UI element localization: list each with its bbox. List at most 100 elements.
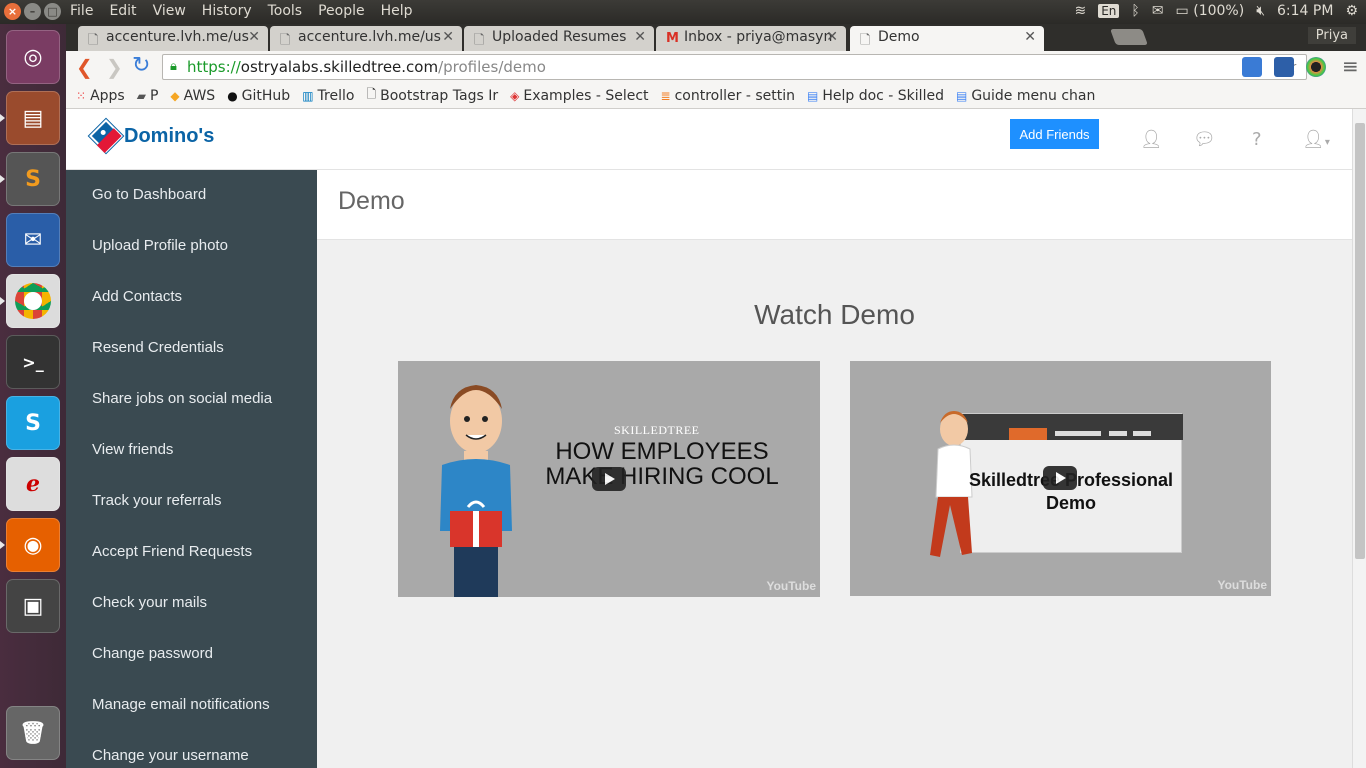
- running-indicator: [0, 297, 5, 305]
- sidebar-item-accept-requests[interactable]: Accept Friend Requests: [92, 543, 252, 560]
- sidebar-item-share-jobs[interactable]: Share jobs on social media: [92, 390, 272, 407]
- puzzle-extension-icon[interactable]: [1274, 57, 1294, 77]
- safe-app-icon[interactable]: ▣: [6, 579, 60, 633]
- add-friends-button[interactable]: Add Friends: [1010, 119, 1099, 149]
- bookmark-controller-settings[interactable]: ≣ controller - settin: [661, 88, 795, 104]
- menu-view[interactable]: View: [153, 3, 186, 19]
- tab-close-icon[interactable]: ✕: [442, 29, 454, 45]
- firefox-icon[interactable]: ◉: [6, 518, 60, 572]
- page-scrollbar[interactable]: [1352, 109, 1366, 768]
- tab-close-icon[interactable]: ✕: [826, 29, 838, 45]
- volume-icon[interactable]: 🔇︎: [1256, 3, 1265, 19]
- video-employees-hiring[interactable]: SKILLEDTREE HOW EMPLOYEES MAKE HIRING CO…: [398, 361, 820, 597]
- tab-close-icon[interactable]: ✕: [1024, 29, 1036, 45]
- tab-title: Inbox - priya@masyn: [684, 29, 833, 45]
- bookmark-apps[interactable]: ⁙ Apps: [76, 88, 125, 104]
- browser-profile-button[interactable]: Priya: [1307, 27, 1356, 44]
- wifi-icon[interactable]: ≋: [1074, 3, 1086, 19]
- files-app-icon[interactable]: ▤: [6, 91, 60, 145]
- bookmark-label: Guide menu chan: [971, 87, 1096, 104]
- trash-icon[interactable]: 🗑︎: [6, 706, 60, 760]
- bookmark-bootstrap-tags[interactable]: 🗋︎ Bootstrap Tags Ir: [366, 85, 498, 106]
- color-extension-icon[interactable]: [1306, 57, 1326, 77]
- tab-inbox[interactable]: M Inbox - priya@masyn ✕: [656, 26, 846, 51]
- play-button[interactable]: [1043, 466, 1077, 490]
- sidebar-item-check-mails[interactable]: Check your mails: [92, 594, 207, 611]
- tab-accenture-2[interactable]: 🗋︎ accenture.lvh.me/us ✕: [270, 26, 462, 51]
- bookmark-label: Examples - Select: [523, 87, 649, 104]
- trello-icon: ▥: [302, 88, 314, 103]
- doc-icon: ▤: [955, 88, 968, 103]
- bookmark-github[interactable]: ● GitHub: [227, 88, 290, 104]
- battery-icon: ▭: [1175, 3, 1189, 19]
- sublime-text-icon[interactable]: S: [6, 152, 60, 206]
- chrome-icon[interactable]: [6, 274, 60, 328]
- sidebar-item-email-notifications[interactable]: Manage email notifications: [92, 696, 270, 713]
- sidebar-item-change-username[interactable]: Change your username: [92, 747, 249, 764]
- forward-icon[interactable]: ❯: [106, 55, 123, 79]
- menu-people[interactable]: People: [318, 3, 365, 19]
- menu-help[interactable]: Help: [381, 3, 413, 19]
- battery-indicator[interactable]: ▭ (100%): [1176, 3, 1245, 19]
- new-tab-button[interactable]: [1110, 29, 1148, 45]
- bookmark-folder-p[interactable]: ▰ P: [137, 88, 159, 104]
- tab-demo[interactable]: 🗋︎ Demo ✕: [850, 26, 1044, 51]
- running-indicator: [0, 175, 5, 183]
- tab-title: Uploaded Resumes: [492, 29, 627, 45]
- tab-uploaded-resumes[interactable]: 🗋︎ Uploaded Resumes ✕: [464, 26, 654, 51]
- play-button[interactable]: [592, 467, 626, 491]
- bookmark-help-doc[interactable]: ▤ Help doc - Skilled: [807, 88, 944, 104]
- sidebar-item-change-password[interactable]: Change password: [92, 645, 213, 662]
- back-icon[interactable]: ❮: [76, 55, 93, 79]
- thunderbird-icon[interactable]: ✉: [6, 213, 60, 267]
- tab-accenture-1[interactable]: 🗋︎ accenture.lvh.me/us ✕: [78, 26, 268, 51]
- mail-icon[interactable]: ✉: [1152, 3, 1164, 19]
- bookmark-aws[interactable]: ◆ AWS: [170, 88, 215, 104]
- bookmark-label: Bootstrap Tags Ir: [380, 87, 499, 104]
- sidebar-item-track-referrals[interactable]: Track your referrals: [92, 492, 221, 509]
- menu-history[interactable]: History: [202, 3, 252, 19]
- scrollbar-thumb[interactable]: [1355, 123, 1365, 559]
- sidebar-item-add-contacts[interactable]: Add Contacts: [92, 288, 182, 305]
- account-dropdown[interactable]: 👤︎▾: [1302, 129, 1330, 150]
- menu-edit[interactable]: Edit: [109, 3, 136, 19]
- youtube-logo: YouTube: [766, 579, 816, 593]
- ubuntu-dash-icon[interactable]: ◎: [6, 30, 60, 84]
- editor-app-icon[interactable]: ℯ: [6, 457, 60, 511]
- bookmark-guide-menu[interactable]: ▤ Guide menu chan: [956, 88, 1095, 104]
- video-professional-demo[interactable]: Skilledtree Professional Demo YouTube: [850, 361, 1271, 596]
- chat-icon[interactable]: 💬︎: [1193, 129, 1216, 150]
- sidebar-item-resend-credentials[interactable]: Resend Credentials: [92, 339, 224, 356]
- tab-close-icon[interactable]: ✕: [634, 29, 646, 45]
- clock[interactable]: 6:14 PM: [1277, 3, 1333, 19]
- extension-icon[interactable]: [1242, 57, 1262, 77]
- dominos-logo[interactable]: Domino's: [89, 119, 214, 153]
- maximize-window-button[interactable]: □: [44, 3, 61, 20]
- terminal-icon[interactable]: >_: [6, 335, 60, 389]
- menu-file[interactable]: File: [70, 3, 93, 19]
- help-icon[interactable]: ?: [1252, 129, 1262, 150]
- bookmark-trello[interactable]: ▥ Trello: [302, 88, 354, 104]
- browser-tab-strip: 🗋︎ accenture.lvh.me/us ✕ 🗋︎ accenture.lv…: [66, 24, 1366, 51]
- close-window-button[interactable]: ×: [4, 3, 21, 20]
- menu-tools[interactable]: Tools: [268, 3, 303, 19]
- page-icon: 🗋︎: [280, 33, 291, 48]
- reload-icon[interactable]: ↻: [132, 53, 150, 78]
- tab-close-icon[interactable]: ✕: [248, 29, 260, 45]
- bookmark-label: Apps: [90, 87, 125, 104]
- skype-icon[interactable]: S: [6, 396, 60, 450]
- bluetooth-icon[interactable]: ᛒ: [1131, 3, 1139, 19]
- minimize-window-button[interactable]: –: [24, 3, 41, 20]
- sidebar-item-view-friends[interactable]: View friends: [92, 441, 173, 458]
- sidebar-item-dashboard[interactable]: Go to Dashboard: [92, 186, 206, 203]
- settings-gear-icon[interactable]: ⚙: [1345, 3, 1358, 19]
- user-icon: 👤︎: [1302, 129, 1325, 150]
- chrome-menu-icon[interactable]: ≡: [1342, 54, 1359, 78]
- keyboard-layout-indicator[interactable]: En: [1098, 4, 1120, 18]
- bookmark-examples-select[interactable]: ◈ Examples - Select: [510, 88, 648, 104]
- bookmark-label: P: [149, 87, 159, 104]
- os-top-panel: × – □ File Edit View History Tools Peopl…: [0, 0, 1366, 24]
- sidebar-item-upload-photo[interactable]: Upload Profile photo: [92, 237, 228, 254]
- user-icon[interactable]: 👤︎: [1140, 129, 1163, 150]
- address-bar[interactable]: 🔒︎ https://ostryalabs.skilledtree.com/pr…: [162, 54, 1307, 80]
